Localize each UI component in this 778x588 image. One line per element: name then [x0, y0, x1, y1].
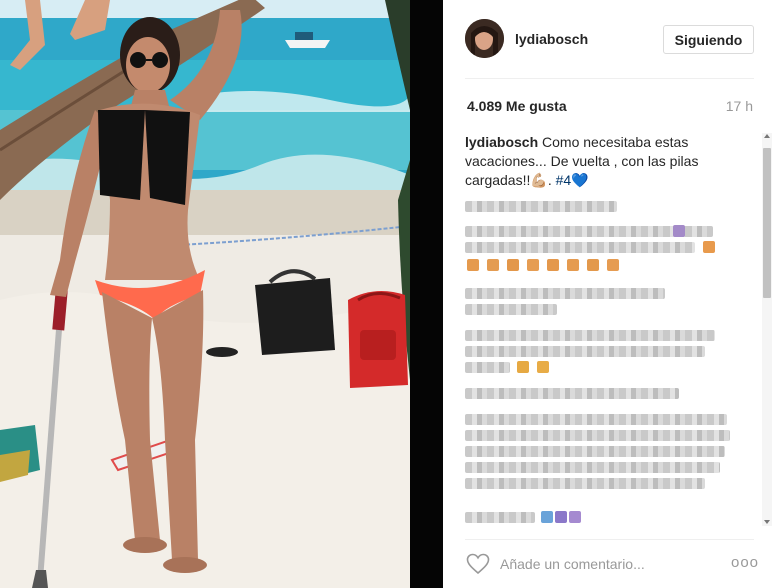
post-username[interactable]: lydiabosch: [515, 31, 588, 47]
comment-input[interactable]: [500, 553, 720, 575]
blurred-comment: [465, 446, 725, 457]
blurred-emoji: [467, 259, 479, 271]
flexed-biceps-emoji: 💪🏼: [530, 172, 548, 188]
blurred-comment: [465, 430, 730, 441]
blurred-comment: [465, 346, 705, 357]
header-divider: [465, 78, 754, 79]
blue-heart-emoji: 💙: [571, 172, 589, 188]
blurred-comment: [465, 288, 665, 299]
blurred-comment: [465, 242, 695, 253]
blurred-comment: [465, 478, 705, 489]
scroll-down-icon[interactable]: [764, 520, 770, 524]
blurred-emoji: [541, 511, 553, 523]
post-caption: lydiabosch Como necesitaba estas vacacio…: [465, 133, 745, 190]
following-button[interactable]: Siguiendo: [663, 25, 754, 54]
blurred-comment: [465, 330, 715, 341]
post-header: lydiabosch Siguiendo: [443, 0, 778, 78]
blurred-comment: [465, 362, 510, 373]
beach-photo-illustration: [0, 0, 410, 588]
blurred-emoji: [569, 511, 581, 523]
heart-icon[interactable]: [466, 553, 490, 575]
more-options-icon[interactable]: ooo: [731, 555, 759, 570]
red-backpack: [348, 291, 408, 388]
blurred-emoji: [587, 259, 599, 271]
photo-letterbox: [410, 0, 443, 588]
blurred-comment: [465, 388, 679, 399]
caption-hashtag[interactable]: #4: [556, 172, 572, 188]
blurred-comment: [465, 304, 557, 315]
blurred-emoji: [703, 241, 715, 253]
blurred-emoji: [507, 259, 519, 271]
avatar-image: [465, 19, 504, 58]
blurred-comment: [465, 512, 535, 523]
post-side-panel: lydiabosch Siguiendo 4.089 Me gusta 17 h…: [443, 0, 778, 588]
blurred-emoji: [673, 225, 685, 237]
scrollbar-thumb[interactable]: [763, 148, 771, 298]
blurred-comment: [465, 414, 727, 425]
blurred-emoji: [547, 259, 559, 271]
blurred-emoji: [527, 259, 539, 271]
blurred-emoji: [567, 259, 579, 271]
footer-divider: [465, 539, 754, 540]
blurred-comment: [465, 462, 720, 473]
blurred-emoji: [555, 511, 567, 523]
blurred-emoji: [537, 361, 549, 373]
blurred-comment: [465, 201, 617, 212]
caption-separator: .: [547, 172, 556, 188]
blurred-emoji: [517, 361, 529, 373]
post-photo[interactable]: [0, 0, 410, 588]
scroll-up-icon[interactable]: [764, 134, 770, 138]
post-time[interactable]: 17 h: [726, 98, 753, 114]
comments-list[interactable]: lydiabosch Como necesitaba estas vacacio…: [465, 133, 755, 533]
likes-count[interactable]: 4.089 Me gusta: [467, 98, 567, 114]
blurred-emoji: [487, 259, 499, 271]
caption-username[interactable]: lydiabosch: [465, 134, 538, 150]
avatar[interactable]: [465, 19, 504, 58]
blurred-emoji: [607, 259, 619, 271]
